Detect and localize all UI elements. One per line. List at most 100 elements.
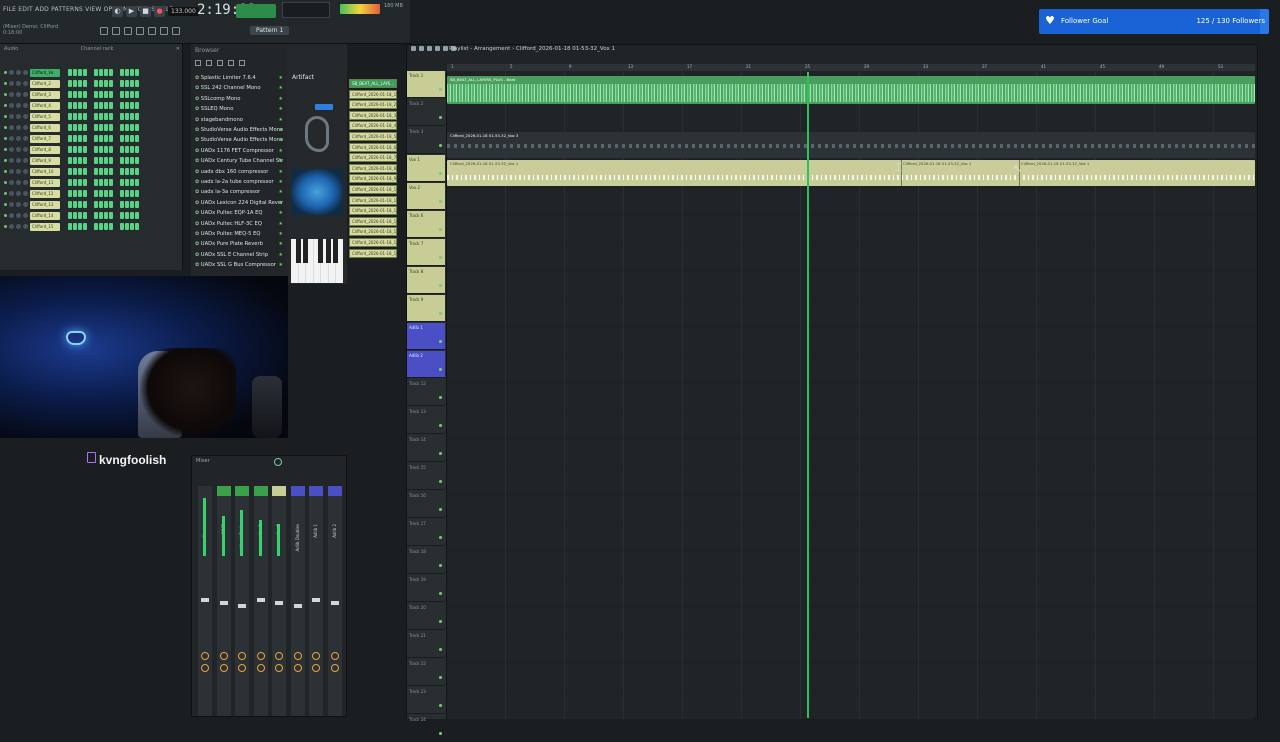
track-header[interactable]: Track 7 <box>407 239 445 266</box>
pan-knob[interactable] <box>9 147 14 152</box>
pan-knob[interactable] <box>9 114 14 119</box>
volume-fader[interactable] <box>330 601 339 605</box>
step-button[interactable] <box>68 69 72 76</box>
step-button[interactable] <box>94 168 98 175</box>
step-button[interactable] <box>135 80 139 87</box>
step-button[interactable] <box>135 179 139 186</box>
volume-knob[interactable] <box>16 202 21 207</box>
clip-source-item[interactable]: Clifford_2026-01-18_4 <box>349 121 397 131</box>
rack-filter[interactable]: Audio <box>4 46 18 54</box>
step-button[interactable] <box>125 135 129 142</box>
clip-source-item[interactable]: Clifford_2026-01-18_9 <box>349 174 397 184</box>
search-icon[interactable] <box>274 458 282 466</box>
step-button[interactable] <box>104 201 108 208</box>
track-header[interactable]: Track 15 <box>407 463 445 490</box>
browser-item[interactable]: uadx la-3a compressor ★ <box>195 187 283 197</box>
pan-knob[interactable] <box>9 92 14 97</box>
step-button[interactable] <box>83 80 87 87</box>
arrangement-grid[interactable]: SB_BEAT_ALL_LAYERS_PLUS - Beat Clifford_… <box>447 71 1255 719</box>
pan-knob[interactable] <box>9 81 14 86</box>
channel-rack-icon[interactable] <box>124 27 132 35</box>
mixer-strip[interactable]: Adlib 1 <box>309 486 323 716</box>
browser-item[interactable]: UADx Pultec MEQ-5 EQ ★ <box>195 229 283 239</box>
step-button[interactable] <box>109 179 113 186</box>
slice-tool-icon[interactable] <box>443 46 448 51</box>
track-header[interactable]: Track 17 <box>407 519 445 546</box>
channel-name[interactable]: Clifford_6 <box>30 123 60 132</box>
mixer-strip[interactable]: BEAT <box>216 486 231 716</box>
pan-knob[interactable] <box>9 191 14 196</box>
favorite-icon[interactable]: ★ <box>279 239 283 249</box>
track-mute-led-icon[interactable] <box>439 368 442 371</box>
step-button[interactable] <box>130 168 134 175</box>
channel-name[interactable]: Clifford_10 <box>30 167 60 176</box>
tempo-display[interactable]: 133.000 <box>168 6 199 16</box>
paint-tool-icon[interactable] <box>419 46 424 51</box>
step-button[interactable] <box>73 113 77 120</box>
track-mute-led-icon[interactable] <box>439 256 442 259</box>
step-button[interactable] <box>83 223 87 230</box>
pan-knob[interactable] <box>9 213 14 218</box>
favorite-icon[interactable]: ★ <box>279 104 283 114</box>
step-button[interactable] <box>73 179 77 186</box>
record-button[interactable]: ● <box>154 5 165 17</box>
channel-row[interactable]: Clifford_10 <box>4 167 180 176</box>
plugin-toggle[interactable] <box>315 104 333 110</box>
track-mute-led-icon[interactable] <box>439 704 442 707</box>
artifact-tab[interactable]: Artifact <box>292 74 314 81</box>
step-button[interactable] <box>104 168 108 175</box>
step-button[interactable] <box>83 102 87 109</box>
track-header[interactable]: Track 20 <box>407 603 445 630</box>
step-button[interactable] <box>94 113 98 120</box>
step-button[interactable] <box>109 124 113 131</box>
send-knob[interactable] <box>293 652 302 660</box>
browser-item[interactable]: StudioVerse Audio Effects Mono★ <box>195 125 283 135</box>
volume-knob[interactable] <box>16 125 21 130</box>
step-button[interactable] <box>120 113 124 120</box>
step-button[interactable] <box>99 80 103 87</box>
step-button[interactable] <box>73 102 77 109</box>
step-button[interactable] <box>135 102 139 109</box>
step-button[interactable] <box>120 135 124 142</box>
clip-source-item[interactable]: Clifford_2026-01-18_2 <box>349 100 397 110</box>
step-button[interactable] <box>99 179 103 186</box>
step-button[interactable] <box>130 91 134 98</box>
step-button[interactable] <box>73 91 77 98</box>
track-mute-led-icon[interactable] <box>439 88 442 91</box>
pan-knob[interactable] <box>219 664 228 672</box>
track-header[interactable]: Vox 2 <box>407 183 445 210</box>
channel-name[interactable]: Clifford_Vo <box>30 68 60 77</box>
step-button[interactable] <box>104 113 108 120</box>
clip-source-item[interactable]: Clifford_2026-01-18_10 <box>349 185 397 194</box>
step-button[interactable] <box>125 113 129 120</box>
step-button[interactable] <box>68 135 72 142</box>
track-mute-led-icon[interactable] <box>439 424 442 427</box>
pattern-song-toggle[interactable]: ◐ <box>112 5 123 17</box>
step-button[interactable] <box>73 168 77 175</box>
pan-knob[interactable] <box>9 180 14 185</box>
volume-knob[interactable] <box>16 114 21 119</box>
step-button[interactable] <box>78 157 82 164</box>
step-button[interactable] <box>125 69 129 76</box>
step-button[interactable] <box>125 190 129 197</box>
channel-row[interactable]: Clifford_13 <box>4 200 180 209</box>
mute-tool-icon[interactable] <box>435 46 440 51</box>
step-button[interactable] <box>120 190 124 197</box>
browser-item[interactable]: SSLcomp Mono ★ <box>195 94 283 104</box>
step-button[interactable] <box>130 102 134 109</box>
step-button[interactable] <box>130 223 134 230</box>
track-header[interactable]: Adlib 1 <box>407 323 445 350</box>
volume-fader[interactable] <box>201 598 209 602</box>
favorite-icon[interactable]: ★ <box>279 177 283 187</box>
step-button[interactable] <box>104 124 108 131</box>
send-knob[interactable] <box>312 652 320 660</box>
pan-knob[interactable] <box>312 664 320 672</box>
channel-name[interactable]: Clifford_14 <box>30 211 60 220</box>
step-button[interactable] <box>120 91 124 98</box>
step-button[interactable] <box>68 80 72 87</box>
step-button[interactable] <box>73 69 77 76</box>
channel-row[interactable]: Clifford_2 <box>4 79 180 88</box>
step-button[interactable] <box>109 102 113 109</box>
step-button[interactable] <box>135 124 139 131</box>
pan-knob[interactable] <box>9 136 14 141</box>
